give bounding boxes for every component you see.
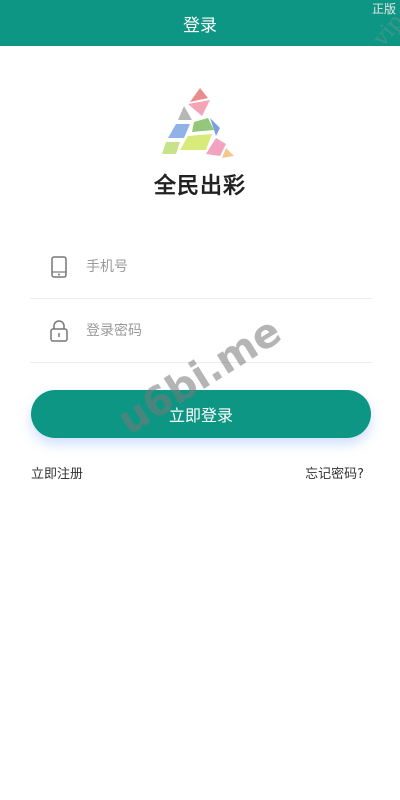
corner-tag: 正版 (371, 2, 396, 16)
lock-icon (50, 319, 68, 343)
phone-field (30, 236, 372, 299)
phone-icon (50, 255, 68, 279)
header-bar: 登录 正版 (0, 0, 400, 46)
phone-input[interactable] (86, 259, 346, 275)
password-input[interactable] (86, 323, 346, 339)
login-button[interactable]: 立即登录 (31, 390, 371, 438)
page-title: 登录 (183, 15, 217, 36)
logo-text: 全民出彩 (153, 174, 246, 199)
register-link[interactable]: 立即注册 (31, 463, 83, 482)
forgot-password-link[interactable]: 忘记密码? (305, 463, 364, 482)
password-field (30, 300, 372, 363)
